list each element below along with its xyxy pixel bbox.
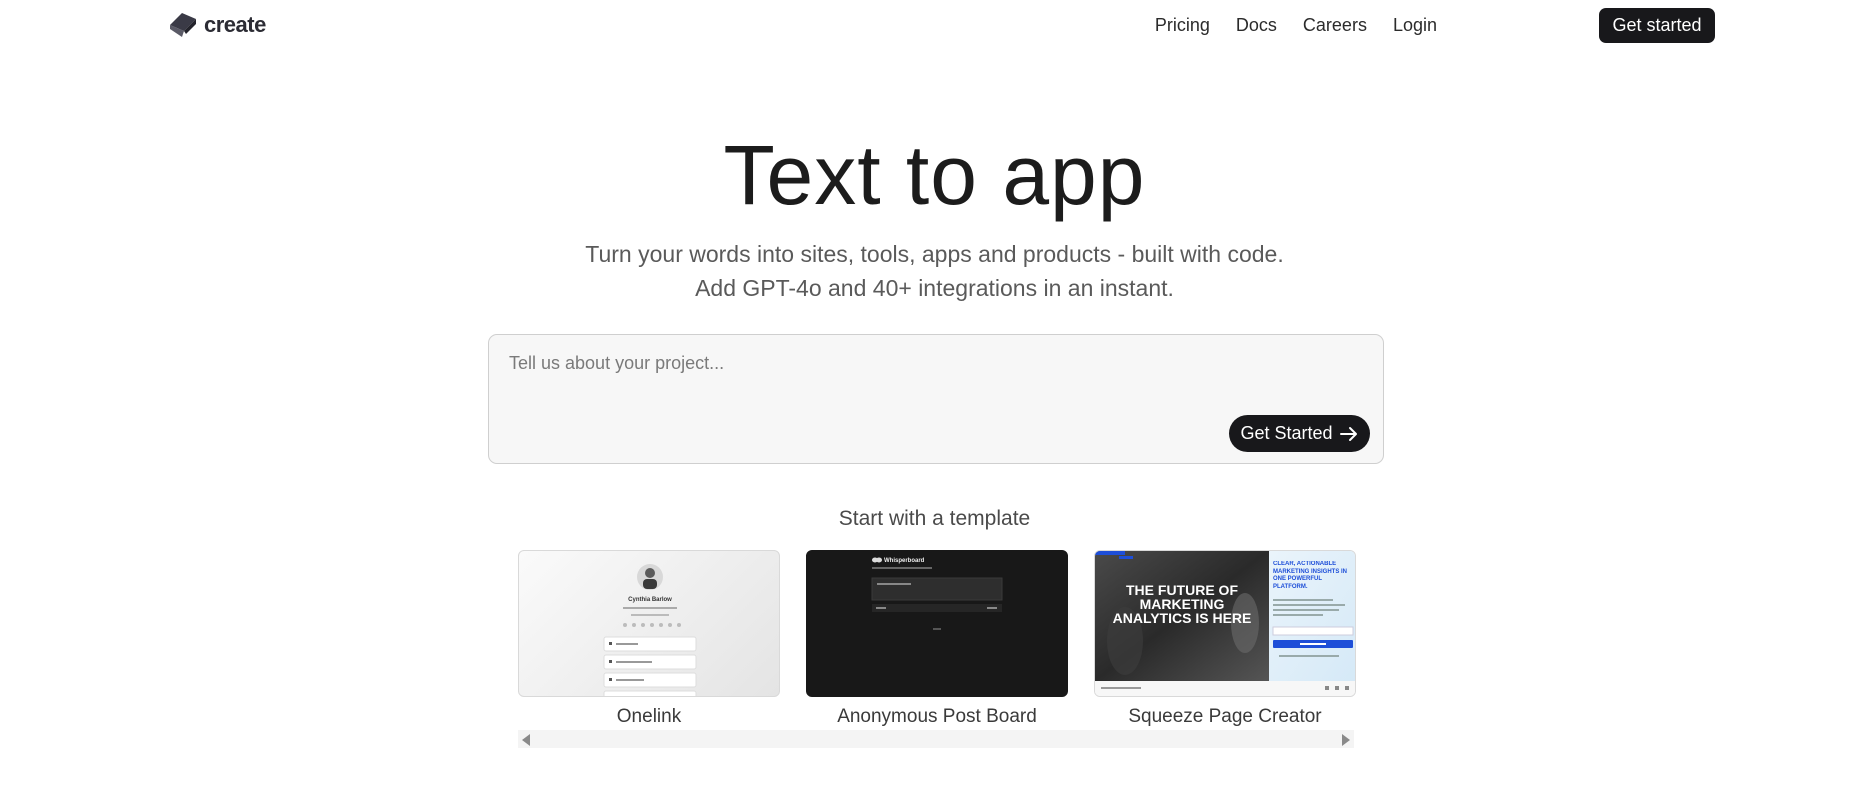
top-nav: create Pricing Docs Careers Login Get st… (0, 0, 1869, 50)
squeeze-page-preview: THE FUTURE OF MARKETING ANALYTICS IS HER… (1095, 551, 1355, 696)
scroll-left-icon[interactable] (522, 734, 530, 746)
arrow-right-icon (1339, 426, 1357, 441)
onelink-preview-name: Cynthia Barlow (628, 597, 672, 603)
template-name: Anonymous Post Board (837, 706, 1037, 727)
nav-link-pricing[interactable]: Pricing (1155, 8, 1210, 42)
templates-scrollbar[interactable] (518, 730, 1354, 748)
project-description-input[interactable] (509, 353, 1349, 403)
nav-link-login[interactable]: Login (1393, 8, 1437, 42)
project-prompt-box: Get Started (488, 334, 1384, 464)
template-thumbnail-onelink: Cynthia Barlow (518, 550, 780, 697)
onelink-preview: Cynthia Barlow (603, 564, 697, 696)
prompt-get-started-button[interactable]: Get Started (1229, 415, 1370, 452)
post-board-preview: Whisperboard (871, 557, 1003, 630)
squeeze-preview-side-headline: CLEAR, ACTIONABLE MARKETING INSIGHTS IN … (1273, 561, 1348, 590)
template-card-onelink[interactable]: Cynthia Barlow Onelink (518, 550, 780, 728)
create-logo-icon (170, 13, 196, 37)
template-name: Onelink (616, 706, 682, 727)
template-thumbnail-squeeze-page-creator: THE FUTURE OF MARKETING ANALYTICS IS HER… (1094, 550, 1356, 697)
logo[interactable]: create (168, 12, 266, 38)
post-board-brand: Whisperboard (884, 558, 925, 564)
hero-subtitle-line-1: Turn your words into sites, tools, apps … (585, 241, 1284, 267)
nav-link-careers[interactable]: Careers (1303, 8, 1367, 42)
prompt-get-started-label: Get Started (1240, 423, 1333, 443)
template-name: Squeeze Page Creator (1128, 706, 1322, 727)
templates-heading: Start with a template (838, 507, 1031, 530)
scroll-right-icon[interactable] (1342, 734, 1350, 746)
template-thumbnail-anonymous-post-board: Whisperboard (806, 550, 1068, 697)
nav-link-docs[interactable]: Docs (1236, 8, 1277, 42)
squeeze-preview-headline: THE FUTURE OF MARKETING ANALYTICS IS HER… (1112, 583, 1252, 626)
hero-title: Text to app (723, 128, 1146, 222)
logo-text: create (204, 12, 266, 37)
get-started-button[interactable]: Get started (1599, 8, 1715, 43)
template-card-squeeze-page-creator[interactable]: THE FUTURE OF MARKETING ANALYTICS IS HER… (1094, 550, 1356, 728)
hero-subtitle-line-2: Add GPT-4o and 40+ integrations in an in… (695, 275, 1174, 301)
hero-subtitle: Turn your words into sites, tools, apps … (0, 237, 1869, 305)
nav-links: Pricing Docs Careers Login (1129, 8, 1437, 42)
template-card-anonymous-post-board[interactable]: Whisperboard Anonymous Post Board (806, 550, 1068, 728)
